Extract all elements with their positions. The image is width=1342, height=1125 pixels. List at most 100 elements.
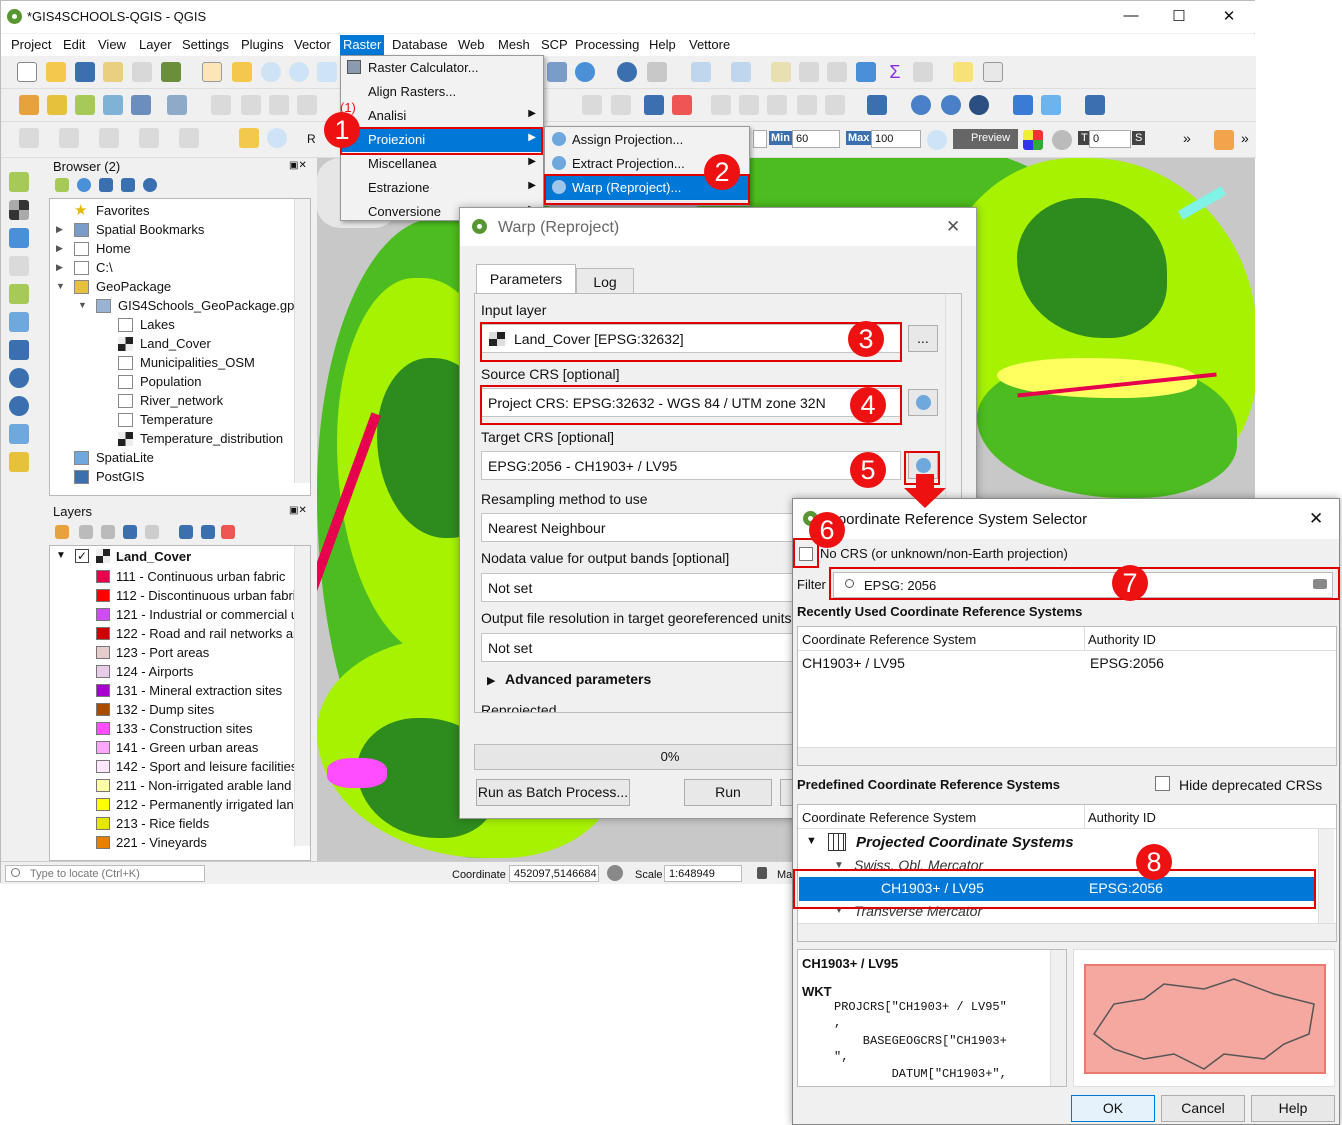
label-abc-red-icon[interactable] <box>672 95 692 115</box>
legend-item[interactable]: 124 - Airports <box>50 663 294 681</box>
layer-expander[interactable]: ▼ <box>56 550 66 561</box>
hide-deprecated-checkbox[interactable] <box>1155 776 1170 791</box>
locate-input[interactable]: Type to locate (Ctrl+K) <box>5 865 205 882</box>
legend-item[interactable]: 211 - Non-irrigated arable land <box>50 777 294 795</box>
recent-h-scrollbar[interactable] <box>798 747 1336 765</box>
legend-item[interactable]: 133 - Construction sites <box>50 720 294 738</box>
browser-item[interactable]: Land_Cover <box>50 335 294 353</box>
column-header-crs[interactable]: Coordinate Reference System <box>802 632 976 647</box>
browser-item[interactable]: PostGIS <box>50 468 294 486</box>
toolbar-overflow[interactable]: » <box>1183 130 1191 146</box>
layers-scrollbar[interactable] <box>294 546 310 846</box>
label-show-icon[interactable] <box>797 95 817 115</box>
menu-item-assign-projection[interactable]: Assign Projection... <box>546 128 748 152</box>
menu-item-miscellanea[interactable]: Miscellanea ▶ <box>342 152 542 176</box>
filter-browser-icon[interactable] <box>99 178 113 192</box>
pan-to-selection-icon[interactable] <box>232 62 252 82</box>
legend-item[interactable]: 123 - Port areas <box>50 644 294 662</box>
help-icon[interactable] <box>1085 95 1105 115</box>
add-wfs-icon[interactable] <box>9 396 29 416</box>
menu-item-align-rasters[interactable]: Align Rasters... <box>342 80 542 104</box>
run-batch-button[interactable]: Run as Batch Process... <box>476 779 630 806</box>
add-spatialite-icon[interactable] <box>9 284 29 304</box>
menu-raster[interactable]: Raster <box>340 35 385 55</box>
cancel-button[interactable]: Cancel <box>1161 1095 1245 1122</box>
layers-panel-float-close-icon[interactable]: ▣✕ <box>289 505 307 516</box>
expand-all-icon[interactable] <box>179 525 193 539</box>
advanced-parameters-toggle[interactable]: Advanced parameters <box>505 671 651 687</box>
edit-icon[interactable] <box>241 95 261 115</box>
processing-gear-icon[interactable] <box>856 62 876 82</box>
tree-expander-icon[interactable]: ▶ <box>56 262 63 273</box>
resolution-input[interactable]: Not set <box>481 633 821 662</box>
lock-icon[interactable] <box>757 867 767 879</box>
maximize-button[interactable]: ☐ <box>1169 7 1189 25</box>
menu-edit[interactable]: Edit <box>63 37 85 52</box>
close-window-button[interactable]: ✕ <box>1219 7 1239 25</box>
browser-item[interactable]: River_network <box>50 392 294 410</box>
browser-item[interactable]: Municipalities_OSM <box>50 354 294 372</box>
tree-scrollbar[interactable] <box>1318 829 1334 923</box>
zoom-in-icon[interactable] <box>261 62 281 82</box>
add-feature-icon[interactable] <box>297 95 317 115</box>
warp-close-button[interactable]: ✕ <box>946 217 960 237</box>
preview-button[interactable]: Preview <box>953 129 1018 149</box>
add-selected-icon[interactable] <box>55 178 69 192</box>
statistics-sigma-icon[interactable]: Σ <box>885 62 905 82</box>
add-wms-icon[interactable] <box>9 368 29 388</box>
crs-close-button[interactable]: ✕ <box>1309 509 1323 529</box>
scp-roi-icon[interactable] <box>59 128 79 148</box>
browser-scrollbar[interactable] <box>294 199 310 483</box>
map-tips-icon[interactable] <box>953 62 973 82</box>
label-rotate-icon[interactable] <box>739 95 759 115</box>
t-input[interactable]: 0 <box>1089 130 1131 148</box>
label-change-icon[interactable] <box>767 95 787 115</box>
identify-icon[interactable] <box>617 62 637 82</box>
browser-item[interactable]: ▼ GIS4Schools_GeoPackage.gpkg <box>50 297 308 315</box>
add-vector-layer-icon[interactable] <box>9 172 29 192</box>
nodata-input[interactable]: Not set <box>481 573 821 602</box>
scp-zoom-icon[interactable] <box>267 128 287 148</box>
remove-layer-icon[interactable] <box>221 525 235 539</box>
collapse-all-layers-icon[interactable] <box>201 525 215 539</box>
browser-item[interactable]: ★ Favorites <box>50 202 294 220</box>
tree-expander-icon[interactable]: ▶ <box>56 224 63 235</box>
legend-item[interactable]: 122 - Road and rail networks an <box>50 625 294 643</box>
pan-map-icon[interactable] <box>202 62 222 82</box>
input-layer-browse-button[interactable]: ... <box>908 325 938 352</box>
add-wcs-icon[interactable] <box>9 424 29 444</box>
scp-undo-icon[interactable] <box>179 128 199 148</box>
label-pin-icon[interactable] <box>611 95 631 115</box>
menu-item-raster-calculator[interactable]: Raster Calculator... <box>342 56 542 80</box>
help-button[interactable]: Help <box>1251 1095 1335 1122</box>
coordinate-input[interactable]: 452097,5146684 <box>509 865 599 882</box>
print-layout-icon[interactable] <box>132 62 152 82</box>
add-layer-icon[interactable] <box>131 95 151 115</box>
scp-input-icon[interactable] <box>239 128 259 148</box>
select-value-icon[interactable] <box>731 62 751 82</box>
new-project-icon[interactable] <box>17 62 37 82</box>
filter-legend-icon[interactable] <box>123 525 137 539</box>
legend-item[interactable]: 111 - Continuous urban fabric <box>50 568 294 586</box>
tree-expander-icon[interactable]: ▶ <box>56 243 63 254</box>
refresh-icon[interactable] <box>575 62 595 82</box>
label-move-icon[interactable] <box>711 95 731 115</box>
zoom-full-icon[interactable] <box>317 62 337 82</box>
color-icon[interactable] <box>1023 130 1043 150</box>
extent-toggle-icon[interactable] <box>607 865 623 881</box>
add-virtual-layer-icon[interactable] <box>9 312 29 332</box>
column-header-crs[interactable]: Coordinate Reference System <box>802 810 976 825</box>
reload-icon[interactable] <box>1052 130 1072 150</box>
tree-expander-icon[interactable]: ▼ <box>806 835 817 847</box>
panel-float-close-icon[interactable]: ▣✕ <box>289 160 307 171</box>
style-manager-icon[interactable] <box>161 62 181 82</box>
browser-item[interactable]: Temperature <box>50 411 294 429</box>
ok-button[interactable]: OK <box>1071 1095 1155 1122</box>
add-postgis-icon[interactable] <box>9 340 29 360</box>
deselect-icon[interactable] <box>771 62 791 82</box>
label-icon[interactable] <box>582 95 602 115</box>
menu-web[interactable]: Web <box>458 37 485 52</box>
browser-item[interactable]: Temperature_distribution <box>50 430 294 448</box>
new-shapefile-icon[interactable] <box>75 95 95 115</box>
save-edits-icon[interactable] <box>269 95 289 115</box>
